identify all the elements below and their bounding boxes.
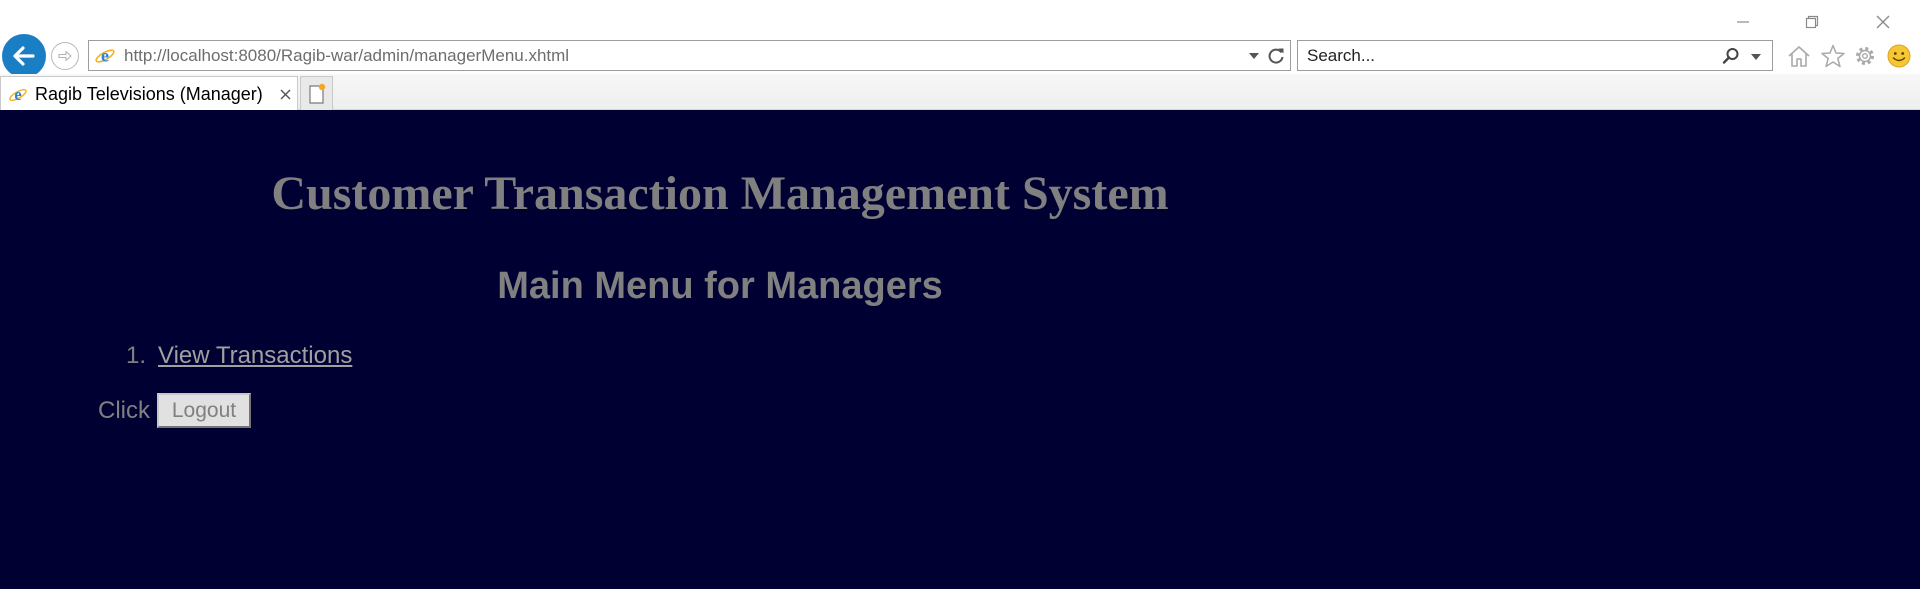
gear-icon[interactable] — [1852, 43, 1878, 69]
tab-title: Ragib Televisions (Manager) — [35, 84, 263, 104]
ie-logo-icon: e — [95, 46, 115, 66]
new-tab-icon — [308, 83, 325, 104]
svg-text:e: e — [101, 46, 109, 66]
new-tab-button[interactable] — [300, 76, 333, 110]
ie-logo-icon: e — [9, 85, 27, 104]
home-icon[interactable] — [1786, 43, 1812, 69]
chevron-down-icon[interactable] — [1750, 52, 1762, 62]
chevron-down-icon[interactable] — [1248, 51, 1260, 61]
logout-button[interactable]: Logout — [157, 393, 251, 428]
menu-list: 1. View Transactions — [126, 342, 352, 370]
click-label: Click — [98, 396, 150, 424]
tab-strip: e Ragib Televisions (Manager) — [0, 74, 1920, 110]
address-bar[interactable]: e http://localhost:8080/Ragib-war/admin/… — [88, 40, 1291, 71]
close-tab-icon[interactable] — [279, 88, 292, 101]
list-item-number: 1. — [126, 342, 147, 369]
favorites-star-icon[interactable] — [1820, 43, 1846, 69]
browser-chrome: e http://localhost:8080/Ragib-war/admin/… — [0, 0, 1920, 110]
tab-active[interactable]: e Ragib Televisions (Manager) — [0, 76, 298, 110]
minimize-button[interactable] — [1720, 10, 1766, 34]
minimize-icon — [1737, 21, 1749, 23]
back-button[interactable] — [2, 34, 46, 78]
arrow-right-icon — [58, 50, 72, 62]
page-content: Customer Transaction Management System M… — [0, 110, 1920, 589]
list-item: 1. View Transactions — [126, 342, 352, 370]
forward-button[interactable] — [51, 42, 79, 70]
search-box[interactable] — [1297, 40, 1773, 71]
address-url: http://localhost:8080/Ragib-war/admin/ma… — [124, 46, 570, 65]
svg-text:e: e — [14, 85, 21, 104]
arrow-left-icon — [13, 46, 35, 66]
logout-row: Click Logout — [98, 393, 251, 428]
close-icon — [1876, 15, 1890, 29]
search-input[interactable] — [1307, 41, 1707, 70]
refresh-icon[interactable] — [1266, 46, 1286, 66]
smiley-feedback-icon[interactable] — [1886, 43, 1912, 69]
page-subtitle: Main Menu for Managers — [497, 265, 943, 307]
search-icon[interactable] — [1722, 47, 1740, 65]
view-transactions-link[interactable]: View Transactions — [158, 342, 352, 370]
restore-icon — [1805, 15, 1819, 29]
page-title: Customer Transaction Management System — [271, 167, 1169, 220]
close-window-button[interactable] — [1860, 10, 1906, 34]
restore-button[interactable] — [1789, 10, 1835, 34]
